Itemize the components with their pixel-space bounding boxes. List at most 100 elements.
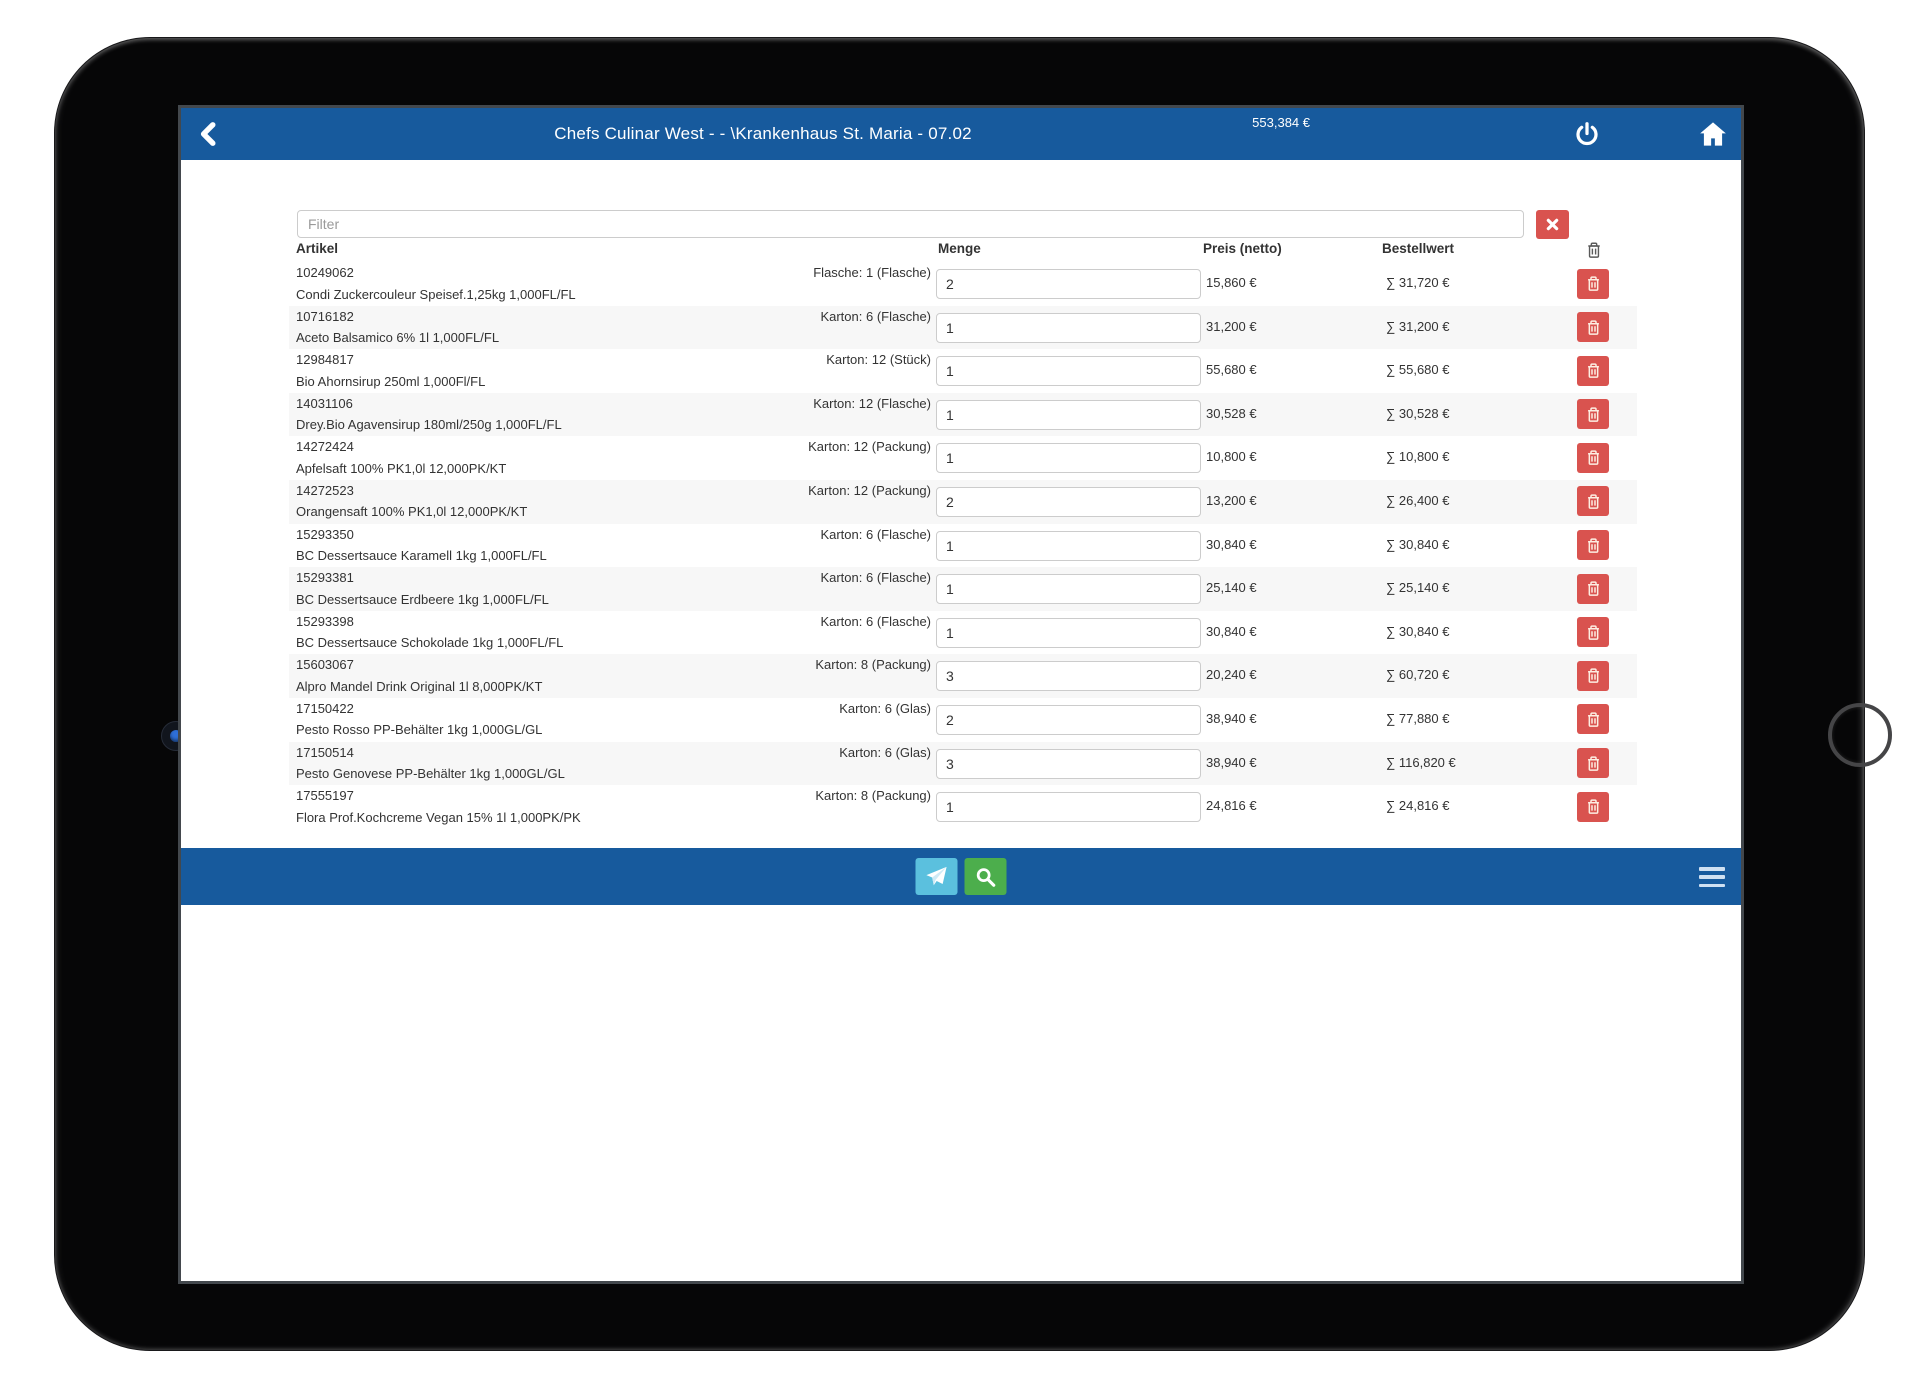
table-row: 15293350 BC Dessertsauce Karamell 1kg 1,…	[289, 524, 1637, 568]
unit-label: Karton: 6 (Glas)	[839, 701, 931, 716]
order-value: ∑ 60,720 €	[1386, 667, 1449, 682]
article-description: Drey.Bio Agavensirup 180ml/250g 1,000FL/…	[296, 417, 562, 432]
delete-row-button[interactable]	[1577, 486, 1609, 516]
trash-icon	[1586, 449, 1601, 466]
trash-icon	[1586, 667, 1601, 684]
article-number: 15293350	[296, 527, 354, 542]
table-row: 14031106 Drey.Bio Agavensirup 180ml/250g…	[289, 393, 1637, 437]
article-description: Flora Prof.Kochcreme Vegan 15% 1l 1,000P…	[296, 810, 581, 825]
page-title: Chefs Culinar West - - \Krankenhaus St. …	[181, 108, 1345, 160]
trash-icon	[1586, 362, 1601, 379]
article-description: BC Dessertsauce Schokolade 1kg 1,000FL/F…	[296, 635, 563, 650]
article-number: 14272523	[296, 483, 354, 498]
unit-label: Karton: 8 (Packung)	[815, 657, 931, 672]
delete-row-button[interactable]	[1577, 617, 1609, 647]
article-number: 12984817	[296, 352, 354, 367]
filter-input[interactable]	[297, 210, 1524, 238]
unit-price: 13,200 €	[1206, 493, 1257, 508]
quantity-input[interactable]	[936, 618, 1201, 648]
unit-label: Karton: 6 (Glas)	[839, 745, 931, 760]
table-row: 17555197 Flora Prof.Kochcreme Vegan 15% …	[289, 785, 1637, 829]
quantity-input[interactable]	[936, 705, 1201, 735]
table-row: 15603067 Alpro Mandel Drink Original 1l …	[289, 654, 1637, 698]
delete-row-button[interactable]	[1577, 530, 1609, 560]
article-description: Orangensaft 100% PK1,0l 12,000PK/KT	[296, 504, 527, 519]
unit-price: 25,140 €	[1206, 580, 1257, 595]
delete-row-button[interactable]	[1577, 748, 1609, 778]
search-button[interactable]	[965, 858, 1007, 895]
quantity-input[interactable]	[936, 313, 1201, 343]
article-description: Bio Ahornsirup 250ml 1,000Fl/FL	[296, 374, 485, 389]
quantity-input[interactable]	[936, 487, 1201, 517]
delete-row-button[interactable]	[1577, 443, 1609, 473]
order-value: ∑ 10,800 €	[1386, 449, 1449, 464]
trash-icon	[1586, 319, 1601, 336]
quantity-input[interactable]	[936, 792, 1201, 822]
order-value: ∑ 31,200 €	[1386, 319, 1449, 334]
order-value: ∑ 77,880 €	[1386, 711, 1449, 726]
delete-row-button[interactable]	[1577, 792, 1609, 822]
trash-icon	[1586, 275, 1601, 292]
unit-price: 20,240 €	[1206, 667, 1257, 682]
article-number: 14031106	[296, 396, 353, 411]
article-description: Condi Zuckercouleur Speisef.1,25kg 1,000…	[296, 287, 576, 302]
delete-row-button[interactable]	[1577, 661, 1609, 691]
unit-price: 30,528 €	[1206, 406, 1257, 421]
article-number: 10249062	[296, 265, 354, 280]
search-icon	[975, 866, 997, 888]
unit-price: 15,860 €	[1206, 275, 1257, 290]
trash-icon	[1586, 241, 1602, 259]
quantity-input[interactable]	[936, 400, 1201, 430]
top-navigation-bar: Chefs Culinar West - - \Krankenhaus St. …	[181, 108, 1741, 160]
trash-icon	[1586, 624, 1601, 641]
order-value: ∑ 25,140 €	[1386, 580, 1449, 595]
trash-icon	[1586, 711, 1601, 728]
delete-row-button[interactable]	[1577, 269, 1609, 299]
article-description: Pesto Rosso PP-Behälter 1kg 1,000GL/GL	[296, 722, 542, 737]
clear-filter-button[interactable]	[1536, 210, 1569, 239]
order-value: ∑ 24,816 €	[1386, 798, 1449, 813]
quantity-input[interactable]	[936, 749, 1201, 779]
quantity-input[interactable]	[936, 356, 1201, 386]
menu-button[interactable]	[1699, 867, 1725, 887]
order-value: ∑ 26,400 €	[1386, 493, 1449, 508]
article-description: Apfelsaft 100% PK1,0l 12,000PK/KT	[296, 461, 506, 476]
order-value: ∑ 55,680 €	[1386, 362, 1449, 377]
article-number: 17555197	[296, 788, 354, 803]
power-button[interactable]	[1573, 121, 1601, 149]
order-value: ∑ 30,528 €	[1386, 406, 1449, 421]
delete-row-button[interactable]	[1577, 704, 1609, 734]
article-number: 15603067	[296, 657, 354, 672]
article-number: 15293381	[296, 570, 354, 585]
quantity-input[interactable]	[936, 661, 1201, 691]
delete-row-button[interactable]	[1577, 312, 1609, 342]
order-total: 553,384 €	[1252, 115, 1310, 130]
device-home-button[interactable]	[1828, 703, 1892, 767]
home-icon	[1699, 121, 1727, 147]
send-order-button[interactable]	[916, 858, 958, 895]
column-header-price: Preis (netto)	[1203, 241, 1282, 256]
column-header-article: Artikel	[296, 241, 338, 256]
delete-row-button[interactable]	[1577, 574, 1609, 604]
quantity-input[interactable]	[936, 531, 1201, 561]
hamburger-menu-icon	[1699, 867, 1725, 871]
table-row: 14272424 Apfelsaft 100% PK1,0l 12,000PK/…	[289, 436, 1637, 480]
quantity-input[interactable]	[936, 269, 1201, 299]
table-row: 17150422 Pesto Rosso PP-Behälter 1kg 1,0…	[289, 698, 1637, 742]
trash-icon	[1586, 406, 1601, 423]
table-row: 14272523 Orangensaft 100% PK1,0l 12,000P…	[289, 480, 1637, 524]
home-button[interactable]	[1699, 121, 1727, 149]
quantity-input[interactable]	[936, 574, 1201, 604]
trash-icon	[1586, 580, 1601, 597]
quantity-input[interactable]	[936, 443, 1201, 473]
delete-row-button[interactable]	[1577, 356, 1609, 386]
table-row: 10249062 Condi Zuckercouleur Speisef.1,2…	[289, 262, 1637, 306]
delete-row-button[interactable]	[1577, 399, 1609, 429]
article-description: Alpro Mandel Drink Original 1l 8,000PK/K…	[296, 679, 542, 694]
unit-label: Flasche: 1 (Flasche)	[813, 265, 931, 280]
trash-icon	[1586, 493, 1601, 510]
unit-price: 30,840 €	[1206, 624, 1257, 639]
unit-label: Karton: 12 (Packung)	[808, 439, 931, 454]
unit-label: Karton: 6 (Flasche)	[820, 570, 931, 585]
trash-icon	[1586, 755, 1601, 772]
